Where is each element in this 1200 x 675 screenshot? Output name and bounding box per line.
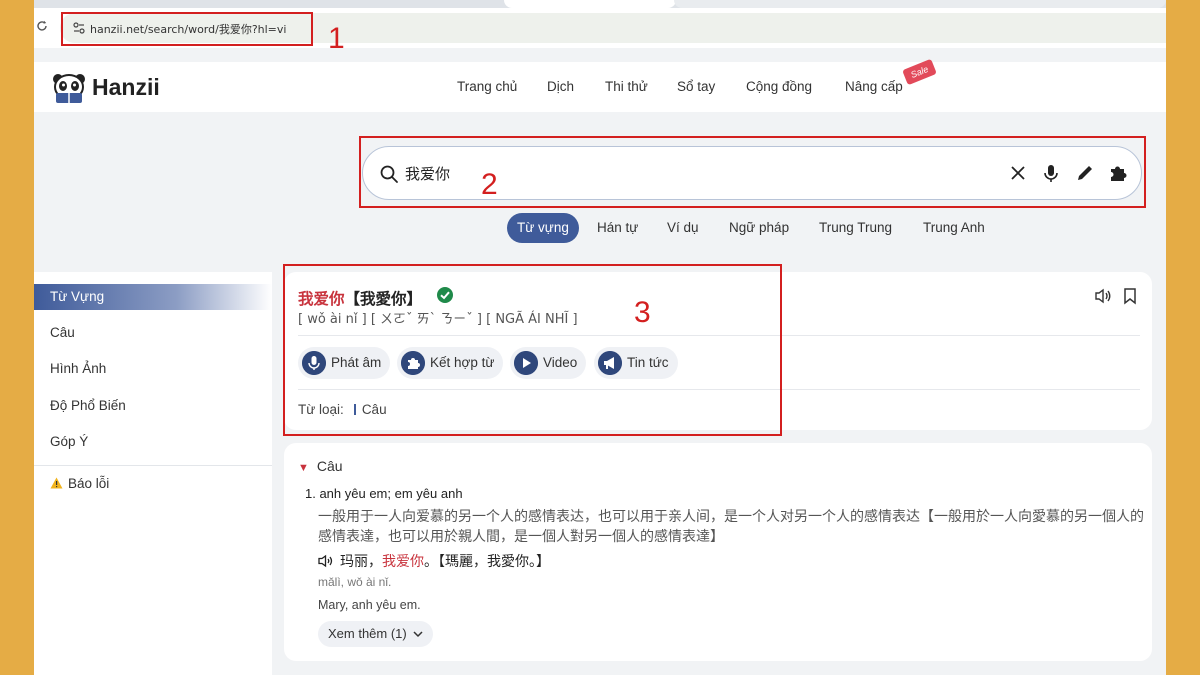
video-label: Video <box>543 355 578 370</box>
section-heading[interactable]: ▼ Câu <box>298 458 343 474</box>
microphone-icon[interactable] <box>1040 162 1062 184</box>
sidebar-item-images[interactable]: Hình Ảnh <box>34 356 272 382</box>
word-combination-button[interactable]: Kết hợp từ <box>397 347 503 379</box>
word-pronunciation: [ wǒ ài nǐ ] [ ㄨㄛˇ ㄞˋ ㄋㄧˇ ] [ NGÃ ÁI NHĨ… <box>298 312 578 327</box>
speaker-icon[interactable] <box>1094 287 1112 305</box>
verified-check-icon <box>437 287 453 303</box>
reload-icon[interactable] <box>36 20 48 32</box>
site-settings-icon[interactable] <box>73 22 85 34</box>
word-traditional: 【我愛你】 <box>344 290 423 308</box>
annotation-number-1: 1 <box>328 22 345 55</box>
example-highlight: 我爱你 <box>382 554 424 570</box>
sidebar-item-sentence[interactable]: Câu <box>34 320 272 346</box>
warning-icon <box>50 477 63 489</box>
sidebar-item-vocabulary[interactable]: Từ Vựng <box>34 284 272 310</box>
tab-examples[interactable]: Ví dụ <box>667 213 699 243</box>
section-heading-label: Câu <box>316 458 343 474</box>
word-heading: 我爱你【我愛你】 <box>298 287 422 309</box>
chinese-explanation: 一般用于一人向爱慕的另一个人的感情表达，也可以用于亲人间，是一个人对另一个人的感… <box>318 509 1144 545</box>
example-prefix: 玛丽， <box>340 554 382 570</box>
tab-grammar[interactable]: Ngữ pháp <box>729 213 789 243</box>
example-suffix: 。【瑪麗，我愛你。】 <box>424 554 550 570</box>
megaphone-icon <box>598 351 622 375</box>
clear-icon[interactable] <box>1007 162 1029 184</box>
tab-chinese-chinese[interactable]: Trung Trung <box>819 213 892 243</box>
left-sidebar: Từ Vựng Câu Hình Ảnh Độ Phổ Biến Góp Ý B… <box>34 272 272 675</box>
video-button[interactable]: Video <box>510 347 586 379</box>
annotation-number-3: 3 <box>634 296 651 329</box>
news-label: Tin tức <box>627 355 669 370</box>
sidebar-item-popularity[interactable]: Độ Phổ Biến <box>34 393 272 419</box>
nav-community[interactable]: Cộng đồng <box>746 79 812 94</box>
word-simplified: 我爱你 <box>298 290 345 308</box>
browser-tab-strip <box>34 0 1166 8</box>
search-icon[interactable] <box>379 164 399 184</box>
url-text[interactable]: hanzii.net/search/word/我爱你?hl=vi <box>90 21 286 37</box>
see-more-label: Xem thêm (1) <box>328 626 407 641</box>
word-type: Từ loại: Câu <box>298 402 387 417</box>
example-pinyin: mǎlì, wǒ ài nǐ. <box>318 575 392 589</box>
nav-translate[interactable]: Dịch <box>547 79 574 94</box>
sale-badge: Sale <box>902 58 937 86</box>
word-type-label: Từ loại: <box>298 402 344 417</box>
example-speaker-icon[interactable] <box>318 554 334 568</box>
collapse-triangle-icon[interactable]: ▼ <box>298 462 309 474</box>
meaning-line: 1. anh yêu em; em yêu anh <box>305 486 463 501</box>
tab-hanzi[interactable]: Hán tự <box>597 213 638 243</box>
search-bar[interactable]: 我爱你 <box>362 146 1142 200</box>
tab-vocabulary[interactable]: Từ vựng <box>507 213 579 243</box>
bookmark-icon[interactable] <box>1122 287 1138 305</box>
report-error-button[interactable]: Báo lỗi <box>34 471 272 497</box>
play-icon <box>514 351 538 375</box>
nav-notebook[interactable]: Sổ tay <box>677 79 715 94</box>
example-sentence: 玛丽，我爱你。【瑪麗，我愛你。】 <box>318 551 550 571</box>
pronounce-button[interactable]: Phát âm <box>298 347 390 379</box>
report-error-label: Báo lỗi <box>68 476 110 491</box>
card-divider <box>298 335 1140 336</box>
handwriting-pen-icon[interactable] <box>1074 162 1096 184</box>
pronounce-label: Phát âm <box>331 355 382 370</box>
sidebar-divider <box>34 465 272 466</box>
tab-chinese-english[interactable]: Trung Anh <box>923 213 985 243</box>
browser-tab[interactable] <box>674 0 1166 8</box>
search-input[interactable]: 我爱你 <box>405 163 450 184</box>
site-header: Hanzii Trang chủ Dịch Thi thử Sổ tay Cộn… <box>34 58 1166 112</box>
word-card: 我爱你【我愛你】 [ wǒ ài nǐ ] [ ㄨㄛˇ ㄞˋ ㄋㄧˇ ] [ N… <box>284 272 1152 430</box>
word-type-marker <box>353 404 356 415</box>
meaning-card: ▼ Câu 1. anh yêu em; em yêu anh 一般用于一人向爱慕… <box>284 443 1152 661</box>
nav-practice-test[interactable]: Thi thử <box>605 79 648 94</box>
microphone-icon <box>302 351 326 375</box>
panda-logo-icon[interactable] <box>51 72 87 104</box>
card-divider <box>298 389 1140 390</box>
chevron-down-icon <box>413 631 423 638</box>
extension-puzzle-icon[interactable] <box>1107 162 1129 184</box>
sidebar-item-feedback[interactable]: Góp Ý <box>34 429 272 455</box>
nav-home[interactable]: Trang chủ <box>457 79 517 94</box>
news-button[interactable]: Tin tức <box>594 347 678 379</box>
word-type-value: Câu <box>361 402 387 417</box>
browser-tab[interactable] <box>504 0 676 8</box>
puzzle-icon <box>401 351 425 375</box>
example-translation: Mary, anh yêu em. <box>318 598 421 612</box>
browser-page: hanzii.net/search/word/我爱你?hl=vi 1 Hanzi… <box>34 0 1166 675</box>
annotation-number-2: 2 <box>481 168 498 201</box>
browser-toolbar: hanzii.net/search/word/我爱你?hl=vi <box>34 0 1166 48</box>
see-more-button[interactable]: Xem thêm (1) <box>318 621 434 647</box>
brand-name[interactable]: Hanzii <box>92 74 160 101</box>
word-combination-label: Kết hợp từ <box>430 355 495 370</box>
nav-upgrade[interactable]: Nâng cấp <box>845 79 903 94</box>
